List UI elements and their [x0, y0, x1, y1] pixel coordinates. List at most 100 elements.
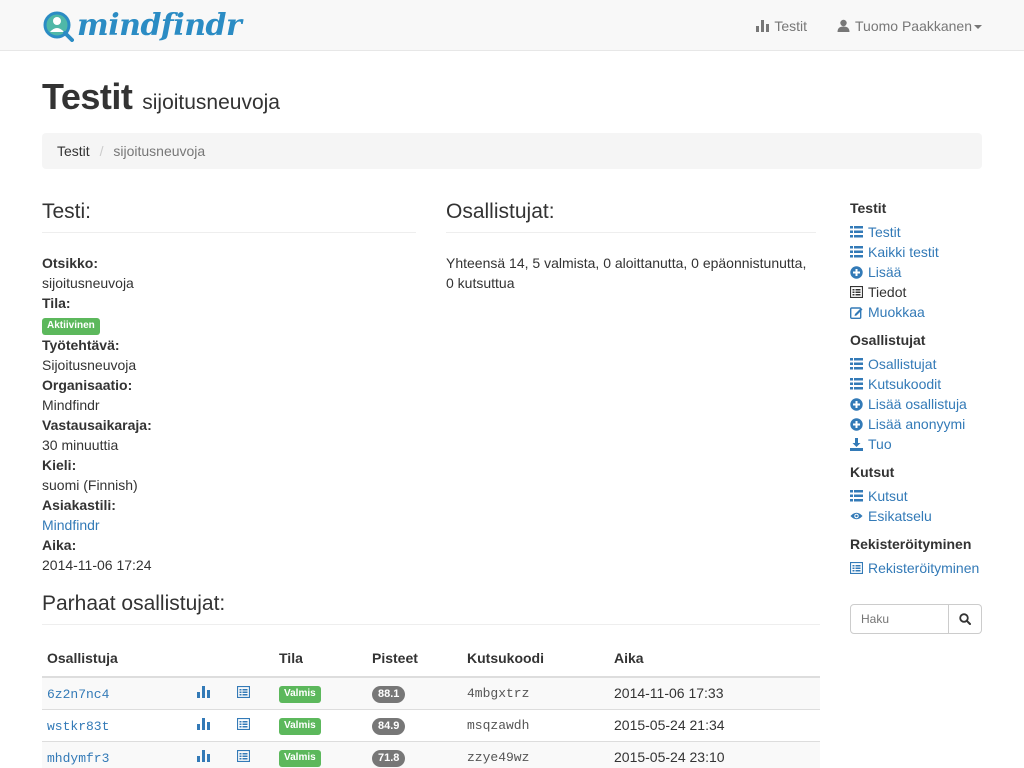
page-subtitle: sijoitusneuvoja: [142, 91, 280, 114]
page-header: Testit sijoitusneuvoja: [42, 76, 280, 118]
col-participant: Osallistuja: [42, 640, 192, 678]
best-participants-table: Osallistuja Tila Pisteet Kutsukoodi Aika…: [42, 640, 820, 768]
nav-tests-link[interactable]: Testit: [756, 18, 807, 34]
sidebar-item-label: Tiedot: [868, 284, 907, 300]
sidebar-group: Testit Testit Kaikki testit Lisää Tiedot Muok…: [850, 200, 990, 322]
report-icon[interactable]: [236, 717, 251, 733]
logo-magnifier-icon: [42, 10, 74, 42]
search-button[interactable]: [949, 604, 982, 634]
row-time: 2014-11-06 17:33: [609, 676, 820, 709]
sidebar-group: Osallistujat Osallistujat Kutsukoodit Lisää…: [850, 332, 990, 454]
field-value-organization: Mindfindr: [42, 397, 100, 413]
breadcrumb-current: sijoitusneuvoja: [113, 143, 206, 159]
sidebar-group-title: Rekisteröityminen: [850, 536, 972, 552]
breadcrumb-tests[interactable]: Testit: [57, 143, 90, 159]
breadcrumb: Testit / sijoitusneuvoja: [42, 133, 982, 169]
sidebar-group: Kutsut Kutsut Esikatselu: [850, 464, 990, 526]
participants-summary: Yhteensä 14, 5 valmista, 0 aloittanutta,…: [446, 255, 807, 291]
field-value-language: suomi (Finnish): [42, 477, 138, 493]
plus-circle-icon: [850, 417, 863, 431]
list-icon: [850, 226, 863, 239]
col-report: [232, 640, 274, 678]
best-participants-section: Parhaat osallistujat: Osallistuja Tila P…: [42, 592, 820, 768]
sidebar-item-label: Rekisteröityminen: [868, 560, 980, 576]
sidebar-group: Rekisteröityminen Rekisteröityminen: [850, 536, 990, 578]
field-label-organization: Organisaatio:: [42, 377, 133, 393]
report-icon[interactable]: [236, 749, 251, 765]
list-icon: [850, 246, 863, 259]
sidebar-item-label: Osallistujat: [868, 356, 937, 372]
list-alt-icon: [850, 562, 863, 575]
sidebar-item-label: Lisää anonyymi: [868, 416, 966, 432]
sidebar-item-muokkaa[interactable]: Muokkaa: [850, 302, 990, 322]
col-invite-code: Kutsukoodi: [462, 640, 609, 678]
brand-name: mindfindr: [77, 8, 242, 43]
sidebar-item-kaikki-testit[interactable]: Kaikki testit: [850, 242, 990, 262]
stats-icon[interactable]: [197, 749, 210, 765]
row-status-badge: Valmis: [279, 718, 321, 735]
sidebar-item-label: Kutsut: [868, 488, 908, 504]
invite-code: msqzawdh: [462, 708, 609, 741]
col-stats: [192, 640, 232, 678]
field-label-job: Työtehtävä:: [42, 337, 120, 353]
user-icon: [837, 19, 850, 32]
account-link[interactable]: Mindfindr: [42, 517, 100, 533]
col-status: Tila: [274, 640, 367, 678]
sidebar-item-kutsukoodit[interactable]: Kutsukoodit: [850, 374, 990, 394]
breadcrumb-separator: /: [99, 143, 104, 159]
search-form: [850, 604, 982, 634]
brand-logo[interactable]: mindfindr: [42, 8, 242, 44]
field-label-language: Kieli:: [42, 457, 77, 473]
eye-icon: [850, 510, 863, 523]
col-score: Pisteet: [367, 640, 462, 678]
stats-icon[interactable]: [197, 717, 210, 733]
participant-link[interactable]: 6z2n7nc4: [47, 687, 109, 702]
status-badge: Aktiivinen: [42, 318, 100, 335]
search-input[interactable]: [850, 604, 949, 634]
sidebar-item-lisää-anonyymi[interactable]: Lisää anonyymi: [850, 414, 990, 434]
stats-icon[interactable]: [197, 685, 210, 701]
field-label-time: Aika:: [42, 537, 77, 553]
sidebar-item-label: Muokkaa: [868, 304, 925, 320]
col-time: Aika: [609, 640, 820, 678]
participant-link[interactable]: wstkr83t: [47, 719, 109, 734]
user-menu[interactable]: Tuomo Paakkanen: [837, 18, 982, 34]
caret-down-icon: [974, 24, 982, 29]
sidebar-item-esikatselu[interactable]: Esikatselu: [850, 506, 990, 526]
edit-icon: [850, 306, 863, 319]
user-name: Tuomo Paakkanen: [855, 17, 972, 34]
list-icon: [850, 490, 863, 503]
test-heading: Testi:: [42, 200, 416, 233]
sidebar-item-lisää-osallistuja[interactable]: Lisää osallistuja: [850, 394, 990, 414]
sidebar-item-tuo[interactable]: Tuo: [850, 434, 990, 454]
row-time: 2015-05-24 23:10: [609, 740, 820, 768]
sidebar-item-rekisteröityminen[interactable]: Rekisteröityminen: [850, 558, 990, 578]
list-icon: [850, 358, 863, 371]
sidebar-item-label: Kutsukoodit: [868, 376, 942, 392]
table-row: wstkr83t Valmis 84.9 msqzawdh 2015-05-24 21:…: [42, 708, 820, 741]
table-row: 6z2n7nc4 Valmis 88.1 4mbgxtrz 2014-11-06 17:…: [42, 676, 820, 709]
bar-chart-icon: [756, 19, 770, 32]
import-icon: [850, 437, 863, 451]
field-value-time-limit: 30 minuuttia: [42, 437, 119, 453]
navbar: mindfindr Testit Tuomo Paakkanen: [0, 0, 1024, 51]
sidebar-item-tiedot: Tiedot: [850, 282, 990, 302]
participant-link[interactable]: mhdymfr3: [47, 751, 109, 766]
field-label-account: Asiakastili:: [42, 497, 116, 513]
row-status-badge: Valmis: [279, 686, 321, 704]
sidebar-item-osallistujat[interactable]: Osallistujat: [850, 354, 990, 374]
row-time: 2015-05-24 21:34: [609, 708, 820, 741]
sidebar-item-lisää[interactable]: Lisää: [850, 262, 990, 282]
field-label-status: Tila:: [42, 295, 71, 311]
score-badge: 71.8: [372, 749, 406, 767]
sidebar-item-testit[interactable]: Testit: [850, 222, 990, 242]
report-icon[interactable]: [236, 685, 251, 701]
sidebar-item-kutsut[interactable]: Kutsut: [850, 486, 990, 506]
sidebar-item-label: Lisää: [868, 264, 902, 280]
participants-heading: Osallistujat:: [446, 200, 816, 233]
invite-code: 4mbgxtrz: [462, 676, 609, 709]
field-label-title: Otsikko:: [42, 255, 99, 271]
score-badge: 88.1: [372, 685, 406, 703]
table-row: mhdymfr3 Valmis 71.8 zzye49wz 2015-05-24 23:…: [42, 740, 820, 768]
best-heading: Parhaat osallistujat:: [42, 592, 820, 625]
